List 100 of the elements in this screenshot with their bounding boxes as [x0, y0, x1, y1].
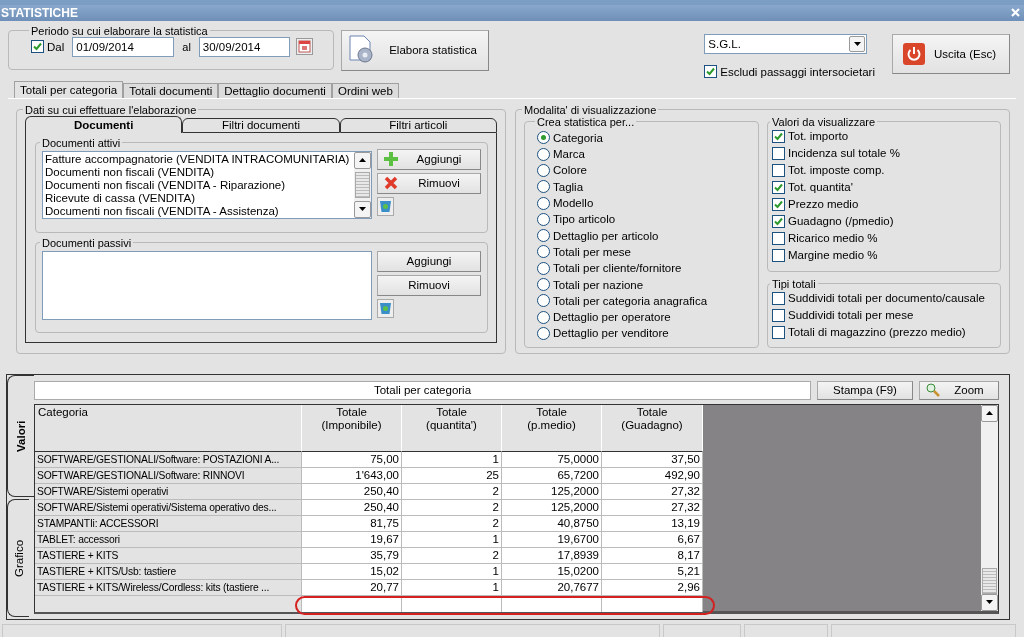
checkbox[interactable]	[772, 180, 785, 194]
radio-option[interactable]: Categoria	[537, 129, 746, 147]
radio-button[interactable]	[537, 278, 550, 292]
checkbox[interactable]	[772, 146, 785, 160]
radio-button[interactable]	[537, 229, 550, 243]
checkbox[interactable]	[31, 40, 44, 54]
radio-button[interactable]	[537, 212, 550, 226]
checkbox-option[interactable]: Guadagno (/pmedio)	[772, 212, 996, 230]
radio-button[interactable]	[537, 196, 550, 210]
checkbox-option[interactable]: Prezzo medio	[772, 195, 996, 213]
company-dropdown[interactable]: S.G.L.	[704, 33, 868, 54]
print-button[interactable]: Stampa (F9)	[817, 380, 913, 400]
column-header[interactable]: Totale (quantita')	[402, 404, 502, 452]
group-label: Modalita' di visualizzazione	[523, 103, 658, 116]
checkbox[interactable]	[772, 214, 785, 228]
process-button[interactable]: Elabora statistica	[341, 29, 489, 71]
radio-option[interactable]: Colore	[537, 162, 746, 179]
exit-button[interactable]: Uscita (Esc)	[892, 33, 1010, 74]
document-list[interactable]	[42, 150, 372, 219]
checkbox[interactable]	[772, 291, 785, 305]
calendar-icon[interactable]	[295, 38, 313, 56]
tab[interactable]: Grafico	[7, 498, 29, 617]
date-field[interactable]: 30/09/2014	[198, 36, 290, 57]
list-item[interactable]: Fatture accompagnatorie (VENDITA INTRACOMUNITARIA)	[45, 152, 352, 166]
scrollbar-thumb[interactable]	[355, 171, 370, 198]
checkbox-option[interactable]: Tot. importo	[772, 127, 996, 145]
scrollbar[interactable]	[354, 151, 371, 218]
checkbox-option[interactable]: Tot. quantita'	[772, 178, 996, 196]
checkbox-option[interactable]: Suddividi totali per documento/causale	[772, 289, 996, 307]
zoom-button[interactable]: Zoom	[919, 380, 999, 400]
radio-option[interactable]: Totali per nazione	[537, 276, 746, 293]
scrollbar[interactable]	[981, 404, 998, 611]
radio-option[interactable]: Tipo articolo	[537, 211, 746, 228]
radio-option[interactable]: Dettaglio per articolo	[537, 227, 746, 244]
radio-option[interactable]: Modello	[537, 194, 746, 212]
tab[interactable]: Ordini web	[331, 82, 399, 98]
clear-button[interactable]	[377, 196, 394, 216]
column-header[interactable]: Totale (p.medio)	[502, 404, 602, 452]
tab[interactable]: Dettaglio documenti	[218, 82, 332, 98]
radio-button[interactable]	[537, 326, 550, 340]
group-label: Valori da visualizzare	[771, 115, 877, 128]
checkbox[interactable]	[772, 129, 785, 143]
checkbox-option[interactable]: Escludi passaggi intersocietari	[704, 63, 875, 80]
scrollbar-thumb[interactable]	[982, 567, 997, 594]
column-header[interactable]: Totale (Guadagno)	[602, 404, 703, 452]
checkbox-option[interactable]: Margine medio %	[772, 246, 996, 264]
list-item[interactable]: Documenti non fiscali (VENDITA - Assistenza)	[45, 204, 352, 218]
tab[interactable]: Totali per categoria	[14, 80, 124, 98]
radio-button[interactable]	[537, 163, 550, 177]
radio-option[interactable]: Totali per cliente/fornitore	[537, 260, 746, 277]
radio-option[interactable]: Totali per mese	[537, 243, 746, 261]
checkbox[interactable]	[772, 308, 785, 322]
remove-button[interactable]: Rimuovi	[377, 274, 481, 296]
down-arrow-icon	[359, 207, 366, 212]
clear-button[interactable]	[377, 298, 394, 318]
radio-button[interactable]	[537, 261, 550, 275]
add-button[interactable]: Aggiungi	[377, 250, 481, 272]
radio-button[interactable]	[537, 310, 550, 324]
radio-option[interactable]: Taglia	[537, 178, 746, 195]
radio-button[interactable]	[537, 245, 550, 259]
tab[interactable]: Totali documenti	[123, 82, 219, 98]
checkbox[interactable]	[704, 65, 718, 79]
date-label: al	[182, 40, 191, 53]
group-label: Documenti passivi	[41, 236, 133, 249]
radio-button[interactable]	[537, 294, 550, 308]
tab[interactable]: Filtri articoli	[339, 117, 497, 133]
checkbox-option[interactable]: Suddividi totali per mese	[772, 306, 996, 324]
list-item[interactable]: Documenti non fiscali (VENDITA)	[45, 165, 352, 179]
checkbox[interactable]	[772, 325, 785, 339]
tab[interactable]: Valori	[7, 374, 34, 497]
plus-icon	[384, 152, 398, 167]
checkbox-option[interactable]: Ricarico medio %	[772, 229, 996, 247]
close-icon[interactable]	[1011, 8, 1020, 18]
list-item[interactable]: Documenti non fiscali (VENDITA - Riparazione)	[45, 178, 352, 192]
radio-button[interactable]	[537, 180, 550, 194]
radio-option[interactable]: Totali per categoria anagrafica	[537, 292, 746, 309]
checkbox-option[interactable]: Dal	[31, 36, 65, 57]
tab[interactable]: Documenti	[25, 115, 183, 133]
power-icon	[903, 42, 925, 65]
checkbox[interactable]	[772, 197, 785, 211]
date-field[interactable]: 01/09/2014	[72, 36, 175, 57]
list-item[interactable]: Ricevute di cassa (VENDITA)	[45, 191, 352, 205]
checkbox[interactable]	[772, 248, 785, 262]
checkbox-option[interactable]: Tot. imposte comp.	[772, 161, 996, 179]
recycle-bin-icon	[379, 199, 392, 214]
checkbox-option[interactable]: Totali di magazzino (prezzo medio)	[772, 323, 996, 341]
radio-option[interactable]: Dettaglio per operatore	[537, 309, 746, 326]
radio-button[interactable]	[537, 131, 550, 145]
radio-button[interactable]	[537, 147, 550, 161]
checkbox[interactable]	[772, 231, 785, 245]
checkbox[interactable]	[772, 163, 785, 177]
add-button[interactable]: Aggiungi	[377, 148, 481, 170]
column-header[interactable]: Totale (Imponibile)	[302, 404, 402, 452]
group-label: Periodo su cui elaborare la statistica	[30, 24, 209, 37]
tab[interactable]: Filtri documenti	[182, 117, 340, 133]
column-header[interactable]: Categoria	[35, 404, 302, 452]
radio-option[interactable]: Dettaglio per venditore	[537, 325, 746, 342]
checkbox-option[interactable]: Incidenza sul totale %	[772, 144, 996, 162]
radio-option[interactable]: Marca	[537, 146, 746, 163]
remove-button[interactable]: Rimuovi	[377, 172, 481, 194]
